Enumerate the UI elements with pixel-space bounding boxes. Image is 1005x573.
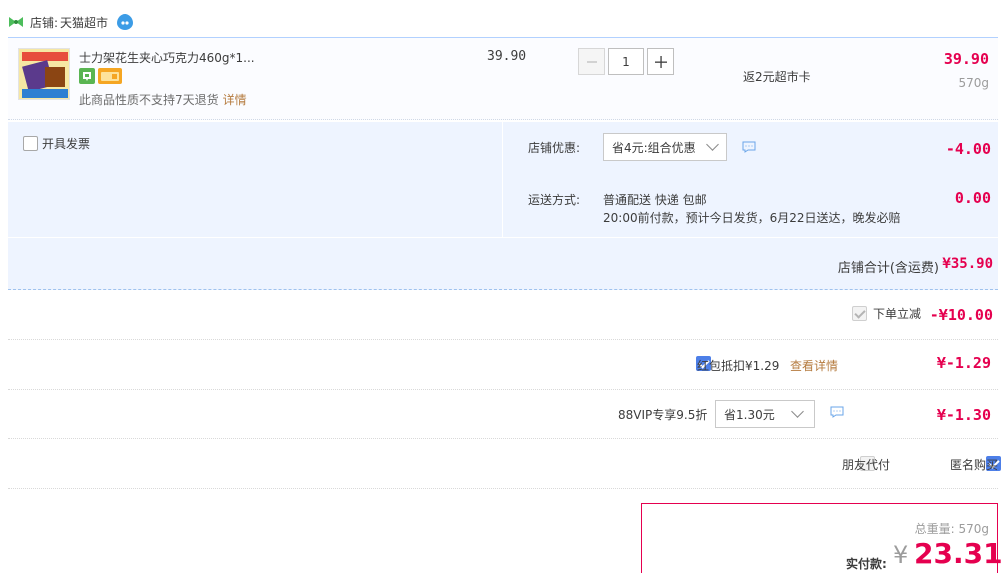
shop-total-value: ¥35.90 (942, 256, 993, 272)
vip-discount-selected: 省1.30元 (724, 407, 775, 422)
decrease-quantity-button[interactable] (578, 48, 605, 75)
product-image-icon (19, 49, 69, 99)
shop-discount-amount: -4.00 (945, 140, 991, 158)
friend-pay-label: 朋友代付 (842, 458, 891, 472)
instant-discount-value: -¥10.00 (929, 306, 993, 324)
invoice-option[interactable]: 开具发票 (23, 135, 90, 152)
shipping-label: 运送方式: (528, 193, 581, 207)
divider (8, 339, 998, 340)
shipping-method: 普通配送 快递 包邮 (603, 193, 707, 207)
total-weight: 总重量: 570g (914, 522, 989, 536)
message-icon[interactable] (830, 406, 844, 418)
vip-discount-select[interactable]: 省1.30元 (715, 400, 815, 428)
shipping-amount: 0.00 (954, 189, 991, 207)
increase-quantity-button[interactable] (647, 48, 674, 75)
plus-icon (654, 55, 667, 68)
message-icon[interactable] (742, 141, 756, 153)
instant-discount-label: 下单立减 (873, 307, 922, 321)
divider (8, 389, 998, 390)
divider (8, 438, 998, 439)
anonymous-label: 匿名购买 (950, 458, 999, 472)
shop-label: 店铺: (30, 15, 59, 30)
item-note-text: 此商品性质不支持7天退货 (79, 93, 219, 107)
service-badge-icon[interactable] (79, 68, 95, 84)
shop-bow-icon (9, 17, 23, 27)
shop-discount-label: 店铺优惠: (528, 141, 581, 155)
item-weight: 570g (958, 76, 989, 90)
quantity-input[interactable]: 1 (608, 48, 644, 75)
item-note-detail-link[interactable]: 详情 (223, 93, 247, 107)
vip-discount-label: 88VIP专享9.5折 (618, 408, 708, 422)
redpacket-detail-link[interactable]: 查看详情 (790, 357, 838, 374)
pay-value: 23.31 (914, 537, 1003, 570)
chevron-down-icon (705, 138, 719, 151)
shop-total-label: 店铺合计(含运费) (837, 261, 939, 276)
product-thumbnail[interactable] (18, 48, 70, 100)
instant-discount-checkbox (852, 306, 867, 321)
shop-header: 店铺: 天猫超市 (8, 10, 134, 34)
item-note: 此商品性质不支持7天退货 详情 (79, 91, 247, 108)
vip-discount-value: ¥-1.30 (936, 406, 991, 424)
rebate-text: 返2元超市卡 (743, 70, 811, 84)
invoice-checkbox[interactable] (23, 136, 38, 151)
chevron-down-icon (790, 405, 804, 418)
invoice-label: 开具发票 (42, 137, 91, 151)
item-subtotal: 39.90 (943, 50, 989, 68)
shop-discount-select[interactable]: 省4元:组合优惠 (603, 133, 727, 161)
shop-discount-selected: 省4元:组合优惠 (612, 140, 696, 155)
quantity-stepper: 1 (578, 48, 674, 76)
unit-price: 39.90 (487, 49, 527, 64)
shipping-eta: 20:00前付款，预计今日发货，6月22日送达，晚发必赔 (603, 211, 901, 225)
redpacket-value: ¥-1.29 (936, 354, 991, 372)
divider (8, 488, 998, 489)
pay-label: 实付款: (846, 557, 887, 571)
item-title[interactable]: 士力架花生夹心巧克力460g*1... (79, 49, 255, 66)
card-badge-icon[interactable] (98, 68, 122, 84)
wangwang-chat-icon[interactable] (116, 13, 134, 31)
minus-icon (586, 61, 597, 62)
shop-name[interactable]: 天猫超市 (60, 14, 108, 31)
redpacket-label: 红包抵扣¥1.29 (697, 359, 780, 373)
pay-currency: ¥ (893, 541, 909, 569)
